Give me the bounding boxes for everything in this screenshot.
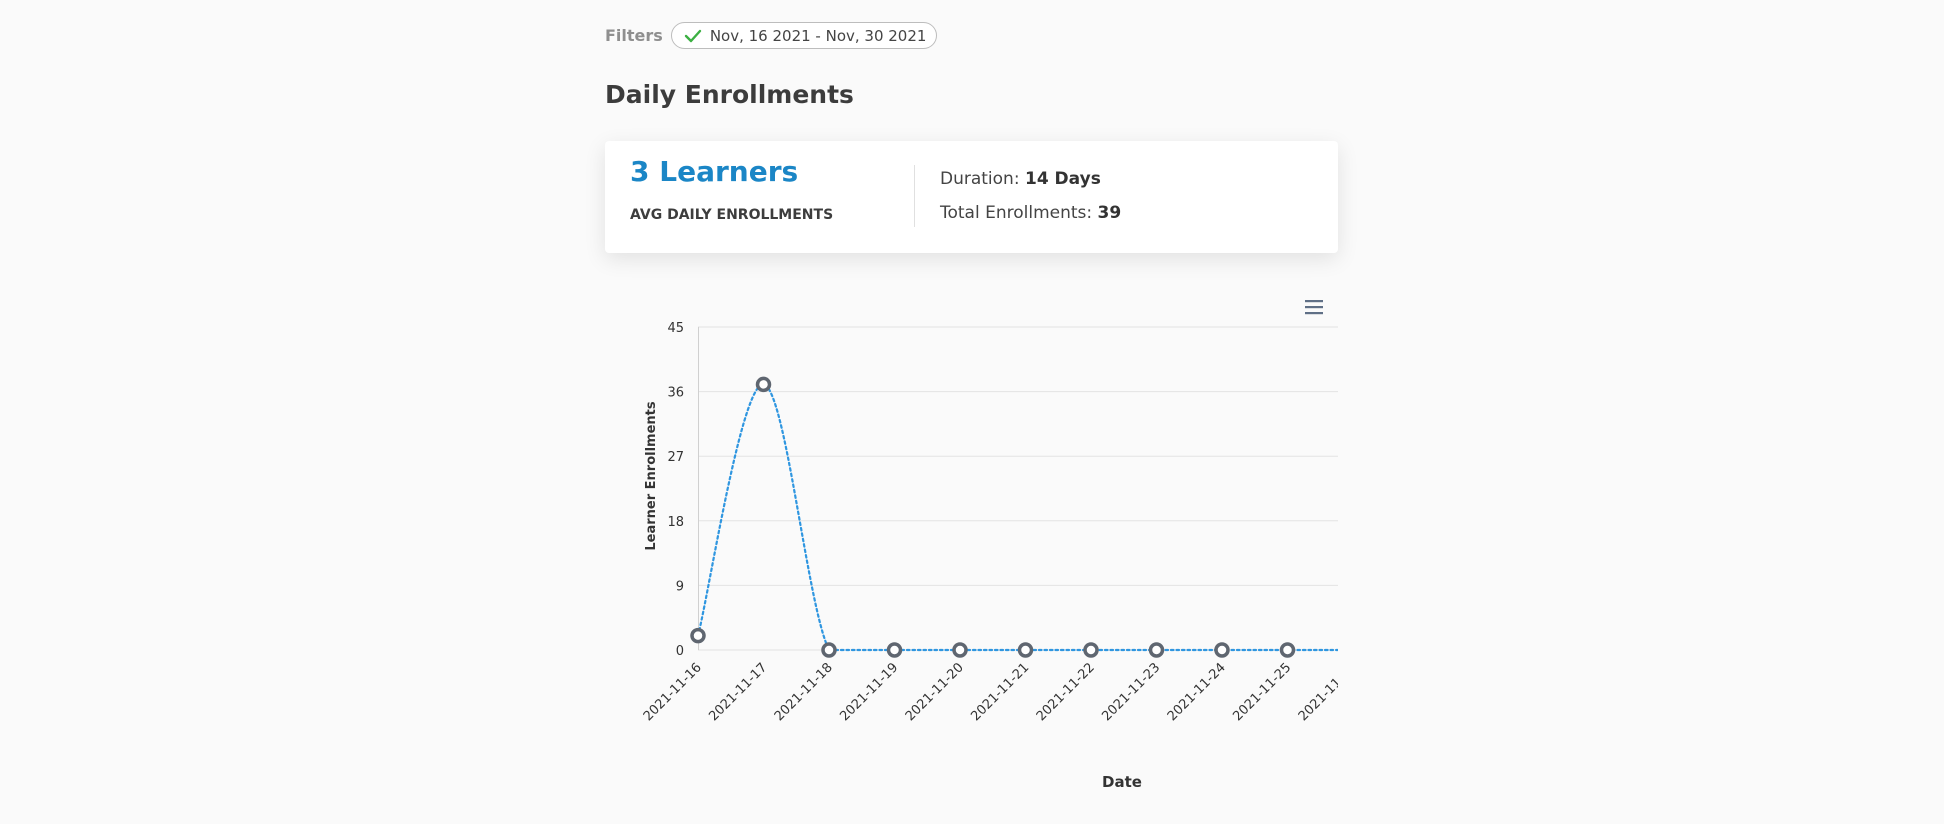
duration-label: Duration:	[940, 169, 1020, 189]
y-tick-label: 27	[667, 450, 684, 465]
data-point[interactable]	[1017, 642, 1034, 658]
data-point[interactable]	[690, 627, 706, 644]
data-point[interactable]	[1148, 642, 1165, 658]
data-point[interactable]	[821, 642, 837, 658]
x-tick-label: 2021-11-24	[1165, 660, 1229, 724]
filters-bar: Filters Nov, 16 2021 - Nov, 30 2021	[605, 22, 938, 49]
y-axis-label: Learner Enrollments	[644, 401, 659, 551]
x-tick-label: 2021-11-18	[772, 660, 836, 724]
filters-label: Filters	[605, 26, 663, 45]
x-axis-label: Date	[1102, 773, 1142, 791]
date-range-filter-chip[interactable]: Nov, 16 2021 - Nov, 30 2021	[670, 22, 938, 49]
total-enrollments-stat: Total Enrollments: 39	[940, 203, 1121, 223]
y-tick-label: 36	[667, 386, 684, 401]
data-point[interactable]	[1083, 642, 1099, 658]
data-point[interactable]	[1279, 642, 1296, 658]
summary-divider	[914, 165, 915, 227]
x-tick-label: 2021-11-25	[1230, 660, 1294, 724]
summary-card: 3 Learners AVG DAILY ENROLLMENTS Duratio…	[605, 141, 1338, 253]
x-tick-label: 2021-11-16	[641, 660, 705, 724]
enrollments-chart: 0 9 18 27 36 45 2021-11-16 2021-11-17 2021-11-1…	[605, 280, 1340, 800]
y-tick-label: 0	[676, 644, 684, 659]
chart-menu-button[interactable]	[1301, 296, 1327, 320]
duration-value: 14 Days	[1024, 169, 1101, 189]
total-enrollments-label: Total Enrollments:	[940, 203, 1093, 223]
x-tick-label: 2021-11-22	[1034, 660, 1098, 724]
series-markers	[690, 376, 1296, 658]
hamburger-menu-icon	[1305, 300, 1323, 315]
y-tick-label: 9	[676, 579, 684, 594]
x-tick-label: 2021-11-21	[968, 660, 1032, 724]
y-tick-label: 18	[667, 515, 684, 530]
data-point[interactable]	[952, 642, 968, 658]
x-tick-label: 2021-11-19	[837, 660, 901, 724]
total-enrollments-value: 39	[1097, 203, 1122, 223]
page-title: Daily Enrollments	[605, 80, 854, 109]
check-icon	[684, 29, 702, 42]
grid-lines	[698, 326, 1338, 651]
x-tick-label: 2021-11-17	[706, 660, 770, 724]
x-tick-label: 2021-11-23	[1099, 660, 1163, 724]
chart-svg: 0918273645 2021-11-16 2021-11-17 2021-11-1…	[641, 296, 1340, 791]
avg-daily-enrollments-value: 3 Learners	[630, 155, 799, 188]
duration-stat: Duration: 14 Days	[940, 169, 1101, 189]
date-range-text: Nov, 16 2021 - Nov, 30 2021	[709, 26, 927, 45]
x-tick-label: 2021-11-20	[903, 660, 967, 724]
series-line	[696, 383, 1338, 652]
y-axis-ticks: 0 9 18 27 36 45	[667, 321, 684, 659]
x-axis-ticks: 2021-11-16 2021-11-17 2021-11-18 2021-11-19…	[641, 660, 1340, 724]
x-tick-label: 2021-11-26	[1296, 660, 1340, 724]
y-tick-label: 45	[667, 321, 684, 336]
series-path	[696, 383, 1338, 652]
data-point[interactable]	[1214, 642, 1230, 658]
data-point[interactable]	[755, 376, 772, 393]
data-point[interactable]	[886, 642, 903, 658]
avg-daily-enrollments-caption: AVG DAILY ENROLLMENTS	[630, 207, 834, 223]
